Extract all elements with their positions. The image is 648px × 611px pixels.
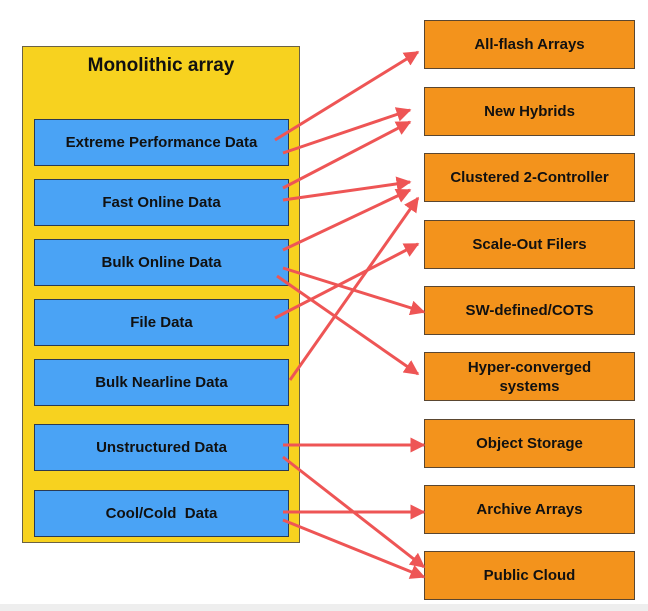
arrow-cold-to-cloud (282, 518, 426, 579)
source-box-unstructured: Unstructured Data (34, 424, 289, 471)
target-box-new-hybrids: New Hybrids (424, 87, 635, 136)
arrow-nearline-to-clustered (288, 196, 420, 381)
monolithic-array-container: Monolithic array Extreme Performance Dat… (22, 46, 300, 543)
arrow-bulk-to-swdefined (282, 266, 426, 316)
arrow-extreme-to-hybrids (282, 107, 412, 155)
bottom-band (0, 604, 648, 611)
target-box-object-storage: Object Storage (424, 419, 635, 468)
arrow-fast-to-hybrids (282, 120, 412, 190)
target-box-all-flash: All-flash Arrays (424, 20, 635, 69)
arrow-unstructured-to-cloud (282, 455, 426, 569)
target-box-clustered: Clustered 2-Controller (424, 153, 635, 202)
target-box-scale-out: Scale-Out Filers (424, 220, 635, 269)
source-box-fast-online: Fast Online Data (34, 179, 289, 226)
arrow-fast-to-clustered (282, 176, 412, 202)
source-box-cool-cold: Cool/Cold Data (34, 490, 289, 537)
target-box-public-cloud: Public Cloud (424, 551, 635, 600)
monolithic-array-title: Monolithic array (87, 55, 235, 76)
source-box-extreme-performance: Extreme Performance Data (34, 119, 289, 166)
target-box-hyper-converged: Hyper-converged systems (424, 352, 635, 401)
source-box-bulk-nearline: Bulk Nearline Data (34, 359, 289, 406)
source-box-bulk-online: Bulk Online Data (34, 239, 289, 286)
source-box-file-data: File Data (34, 299, 289, 346)
arrow-bulk-to-clustered (282, 188, 412, 252)
target-box-archive: Archive Arrays (424, 485, 635, 534)
target-box-sw-defined: SW-defined/COTS (424, 286, 635, 335)
